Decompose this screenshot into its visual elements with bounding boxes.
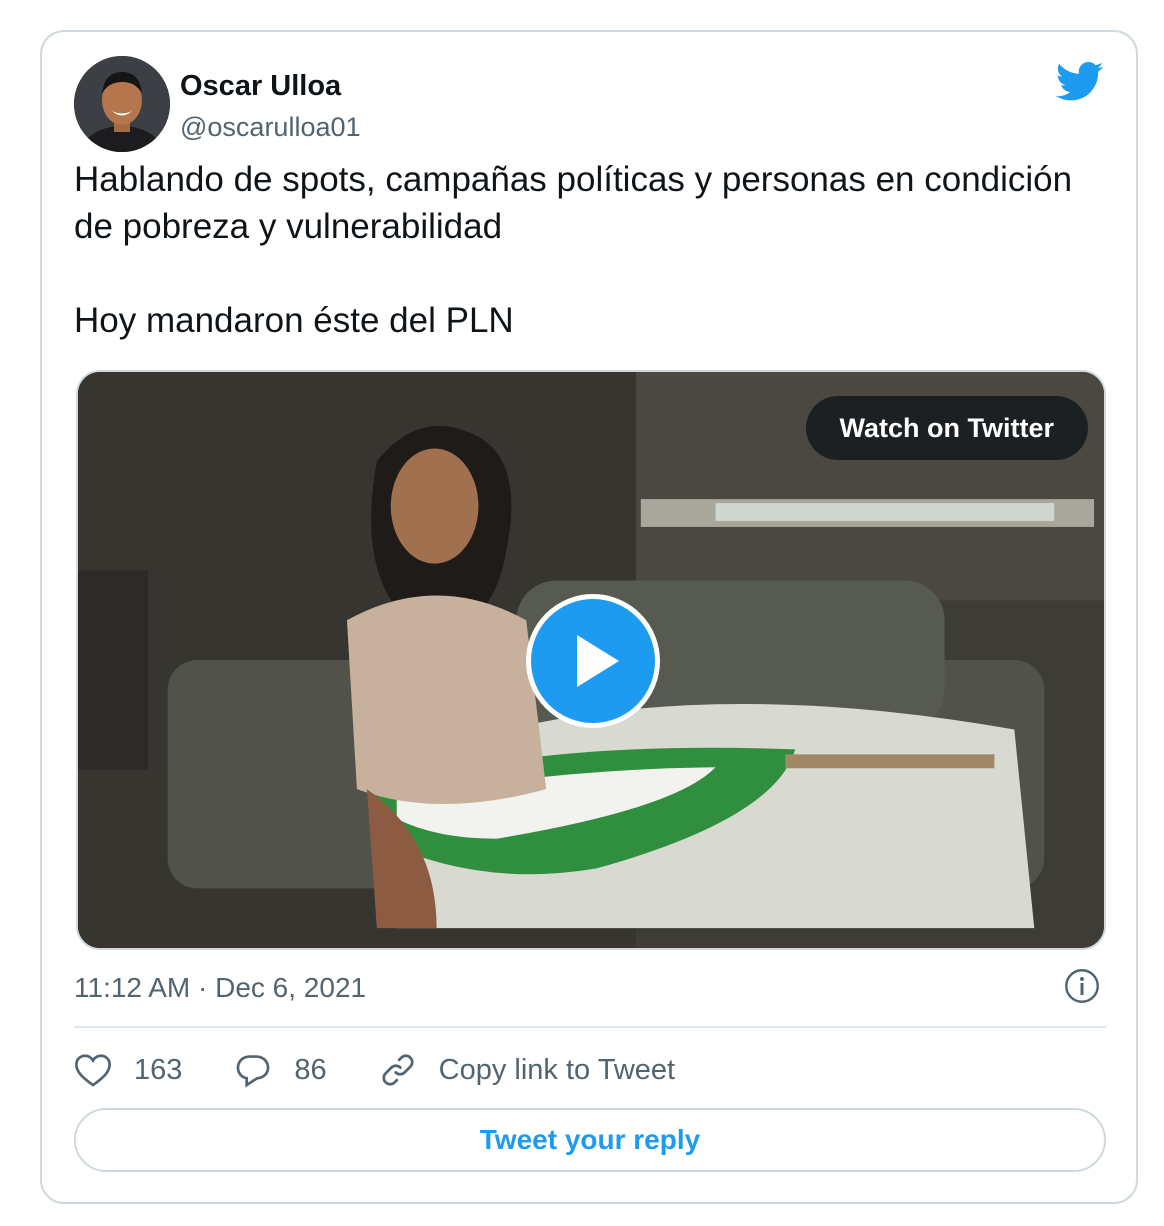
- link-icon: [382, 1054, 414, 1086]
- like-count: 163: [134, 1053, 183, 1086]
- divider: [74, 1026, 1106, 1028]
- like-button[interactable]: 163: [74, 1052, 182, 1088]
- twitter-bird-icon[interactable]: [1056, 62, 1104, 102]
- tweet-timestamp[interactable]: 11:12 AM · Dec 6, 2021: [74, 972, 366, 1004]
- play-button[interactable]: [526, 594, 660, 728]
- reply-count: 86: [294, 1053, 327, 1086]
- watch-on-twitter-button[interactable]: Watch on Twitter: [805, 396, 1088, 460]
- heart-icon: [75, 1054, 111, 1087]
- tweet-actions: 163 86 Copy link to Tweet: [74, 1048, 727, 1092]
- author-name[interactable]: Oscar Ulloa: [180, 70, 341, 103]
- tweet-text: Hablando de spots, campañas políticas y …: [74, 160, 1073, 340]
- copy-link-button[interactable]: Copy link to Tweet: [379, 1051, 675, 1089]
- profile-photo: [74, 56, 170, 152]
- video-player[interactable]: Watch on Twitter: [76, 370, 1106, 950]
- tweet-your-reply-button[interactable]: Tweet your reply: [74, 1108, 1106, 1172]
- copy-link-label: Copy link to Tweet: [438, 1053, 676, 1086]
- avatar[interactable]: [74, 56, 170, 152]
- author-handle[interactable]: @oscarulloa01: [180, 112, 361, 143]
- reply-count-button[interactable]: 86: [234, 1052, 327, 1088]
- tweet-card: Oscar Ulloa @oscarulloa01 Hablando de sp…: [40, 30, 1138, 1204]
- reply-bubble-icon: [237, 1055, 270, 1088]
- play-icon: [577, 635, 619, 687]
- info-icon[interactable]: [1064, 968, 1100, 1004]
